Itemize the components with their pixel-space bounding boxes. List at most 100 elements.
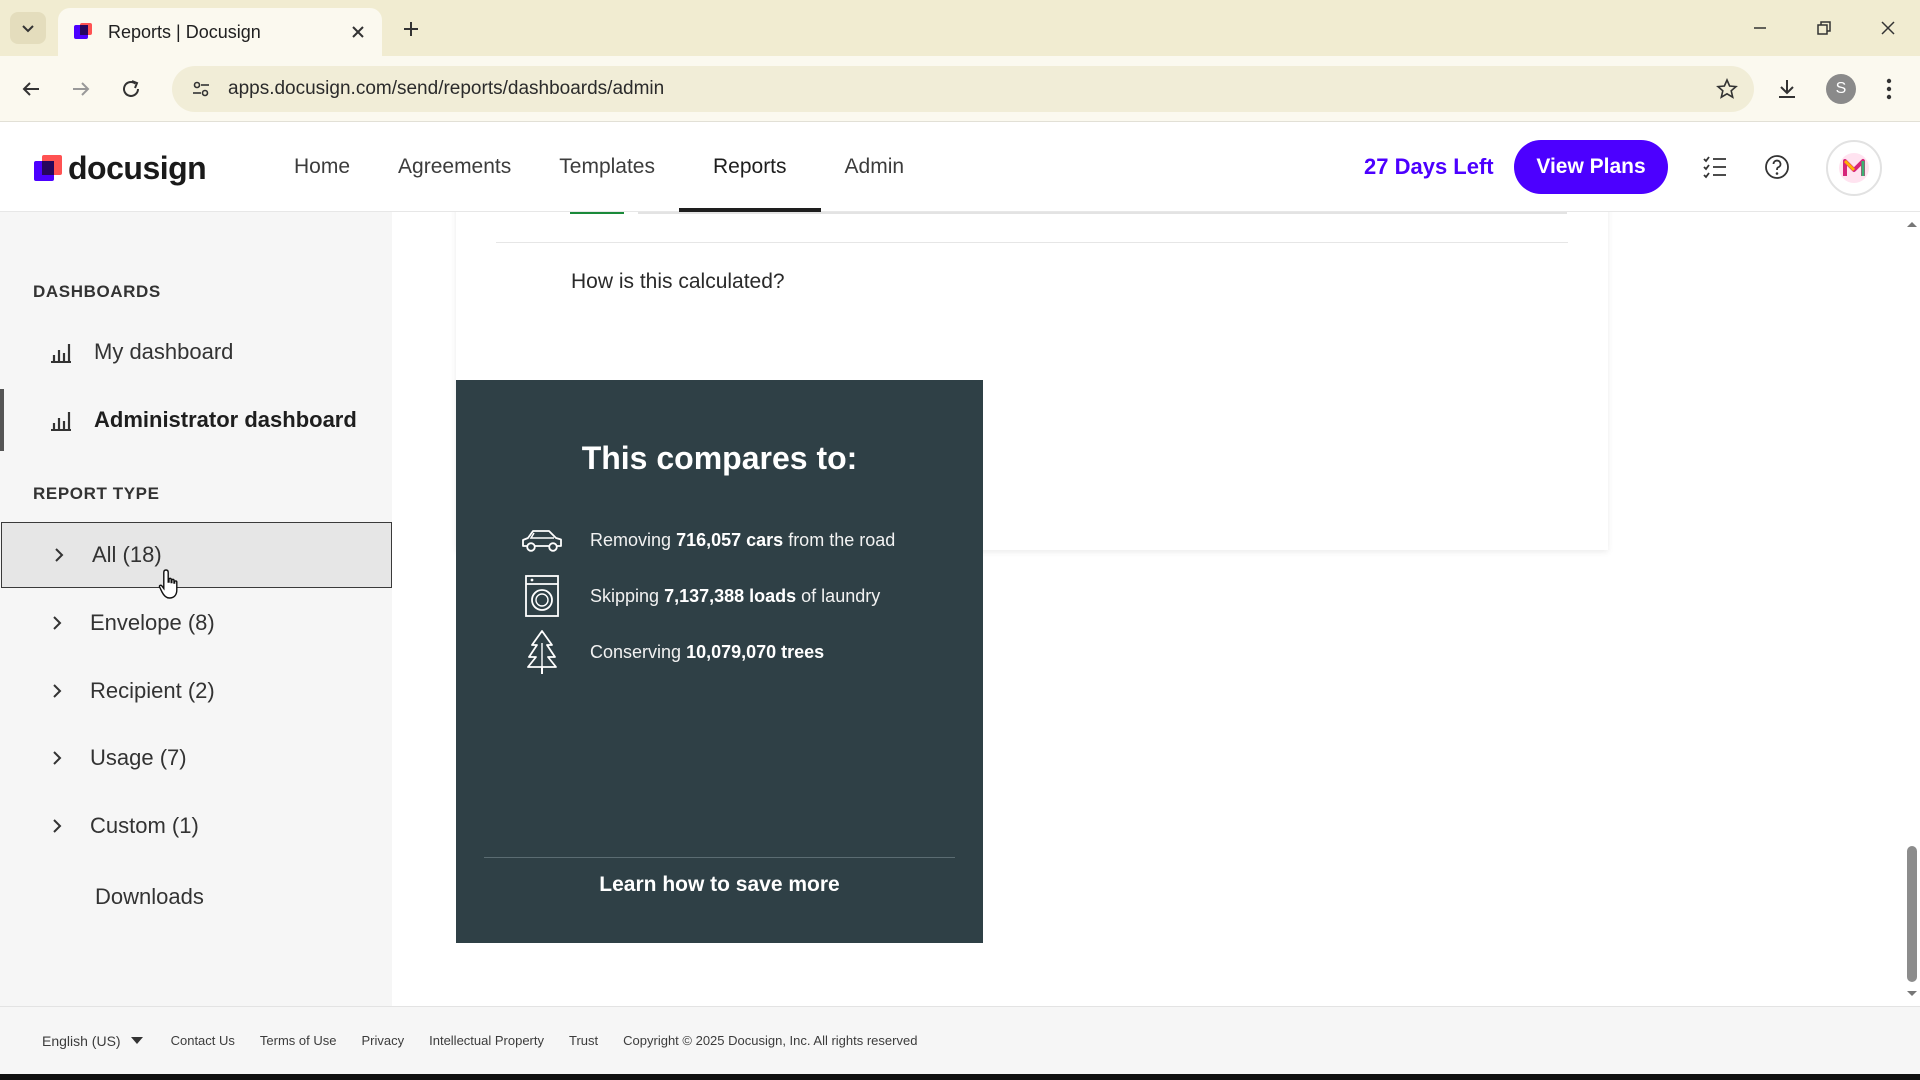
hand-pointer-cursor-icon: [158, 569, 178, 599]
address-bar[interactable]: apps.docusign.com/send/reports/dashboard…: [172, 66, 1754, 112]
car-icon: [518, 516, 566, 564]
report-type-usage[interactable]: Usage (7): [0, 725, 392, 791]
card-divider: [496, 242, 1568, 243]
report-type-all[interactable]: All (18): [1, 522, 392, 588]
compare-value: 716,057 cars: [676, 529, 784, 550]
nav-agreements[interactable]: Agreements: [374, 122, 535, 212]
compare-suffix: from the road: [788, 529, 896, 550]
scroll-down-arrow-icon[interactable]: [1904, 988, 1920, 1000]
restore-window-button[interactable]: [1804, 10, 1844, 46]
scroll-up-arrow-icon[interactable]: [1904, 218, 1920, 230]
report-type-label: Custom (1): [90, 813, 199, 838]
compare-text: Conserving 10,079,070 trees: [590, 642, 824, 663]
forward-button[interactable]: [64, 72, 98, 106]
chevron-right-icon: [53, 616, 62, 630]
docusign-logo-icon: [34, 154, 62, 181]
compare-text: Skipping 7,137,388 loads of laundry: [590, 586, 880, 607]
reload-button[interactable]: [114, 72, 148, 106]
chevron-right-icon: [53, 751, 62, 765]
new-tab-button[interactable]: [396, 14, 426, 44]
nav-home[interactable]: Home: [270, 122, 374, 212]
url-text: apps.docusign.com/send/reports/dashboard…: [228, 78, 665, 99]
footer-link-trust[interactable]: Trust: [569, 1033, 598, 1048]
trial-days-left[interactable]: 27 Days Left: [1364, 154, 1494, 180]
compare-value: 7,137,388 loads: [664, 585, 797, 606]
dashboard-main: How is this calculated? This compares to…: [392, 212, 1904, 1006]
nav-templates[interactable]: Templates: [535, 122, 679, 212]
nav-admin[interactable]: Admin: [821, 122, 929, 212]
compare-row-trees: Conserving 10,079,070 trees: [518, 627, 824, 677]
how-is-this-calculated-link[interactable]: How is this calculated?: [571, 270, 785, 294]
tune-icon: [193, 81, 209, 97]
bookmark-button[interactable]: [1710, 72, 1744, 106]
sidebar-item-label: Administrator dashboard: [94, 407, 357, 432]
browser-toolbar: apps.docusign.com/send/reports/dashboard…: [0, 56, 1920, 122]
learn-how-to-save-more-link[interactable]: Learn how to save more: [456, 873, 983, 897]
bar-chart-icon: [51, 344, 71, 363]
app-footer: English (US) Contact Us Terms of Use Pri…: [0, 1006, 1920, 1074]
compare-row-cars: Removing 716,057 cars from the road: [518, 515, 895, 565]
arrow-left-icon: [22, 82, 39, 96]
chevron-right-icon: [55, 548, 64, 562]
report-type-heading: REPORT TYPE: [33, 484, 160, 503]
download-icon: [1779, 80, 1795, 98]
close-icon: [1881, 21, 1895, 35]
tasks-button[interactable]: [1698, 150, 1732, 184]
copyright-text: Copyright © 2025 Docusign, Inc. All righ…: [623, 1033, 918, 1048]
chevron-right-icon: [53, 819, 62, 833]
compare-value: 10,079,070 trees: [686, 641, 825, 662]
report-type-recipient[interactable]: Recipient (2): [0, 658, 392, 724]
footer-link-terms-of-use[interactable]: Terms of Use: [260, 1033, 337, 1048]
close-icon: [352, 26, 364, 38]
plus-icon: [404, 22, 418, 36]
help-button[interactable]: [1760, 150, 1794, 184]
tab-close-button[interactable]: [348, 22, 368, 42]
footer-link-privacy[interactable]: Privacy: [361, 1033, 404, 1048]
user-avatar-icon: [1839, 153, 1869, 183]
browser-tab-active[interactable]: Reports | Docusign: [58, 8, 382, 56]
progress-bar-fill: [570, 212, 624, 214]
view-plans-button[interactable]: View Plans: [1514, 140, 1668, 194]
user-avatar[interactable]: [1826, 140, 1882, 196]
close-window-button[interactable]: [1868, 10, 1908, 46]
star-icon: [1716, 78, 1738, 99]
sidebar-item-downloads[interactable]: Downloads: [95, 884, 204, 910]
progress-bar-track: [638, 212, 1567, 214]
docusign-logo[interactable]: docusign: [34, 150, 207, 187]
report-type-label: Recipient (2): [90, 678, 215, 703]
sidebar-item-my-dashboard[interactable]: My dashboard: [0, 321, 392, 383]
compare-text: Removing 716,057 cars from the road: [590, 530, 895, 551]
page-scrollbar[interactable]: [1904, 212, 1920, 1006]
caret-down-icon: [130, 1036, 143, 1044]
scrollbar-thumb[interactable]: [1907, 846, 1917, 982]
compare-suffix: of laundry: [801, 585, 881, 606]
site-info-button[interactable]: [186, 74, 216, 104]
minimize-window-button[interactable]: [1740, 10, 1780, 46]
downloads-button[interactable]: [1770, 72, 1804, 106]
footer-link-intellectual-property[interactable]: Intellectual Property: [429, 1033, 544, 1048]
tree-icon: [518, 628, 566, 676]
browser-tab-strip: Reports | Docusign: [0, 0, 1920, 56]
language-selector[interactable]: English (US): [42, 1033, 143, 1049]
nav-reports[interactable]: Reports: [678, 122, 821, 212]
main-nav: Home Agreements Templates Reports Admin: [270, 122, 928, 212]
browser-menu-button[interactable]: [1872, 72, 1906, 106]
report-type-custom[interactable]: Custom (1): [0, 793, 392, 859]
browser-profile-avatar[interactable]: S: [1826, 74, 1856, 104]
report-type-envelope[interactable]: Envelope (8): [0, 590, 392, 656]
checklist-icon: [1703, 156, 1726, 179]
docusign-favicon-icon: [74, 23, 92, 39]
minimize-icon: [1754, 27, 1766, 29]
footer-link-contact-us[interactable]: Contact Us: [171, 1033, 235, 1048]
bar-chart-icon: [51, 412, 71, 431]
dashboards-heading: DASHBOARDS: [33, 282, 161, 301]
tab-search-button[interactable]: [10, 12, 46, 44]
chevron-down-icon: [22, 25, 34, 33]
back-button[interactable]: [14, 72, 48, 106]
help-icon: [1765, 155, 1789, 179]
chevron-right-icon: [53, 684, 62, 698]
report-type-label: Envelope (8): [90, 610, 215, 635]
sidebar-item-administrator-dashboard[interactable]: Administrator dashboard: [0, 389, 392, 451]
sidebar-item-label: My dashboard: [94, 339, 234, 364]
report-type-label: Usage (7): [90, 745, 187, 770]
